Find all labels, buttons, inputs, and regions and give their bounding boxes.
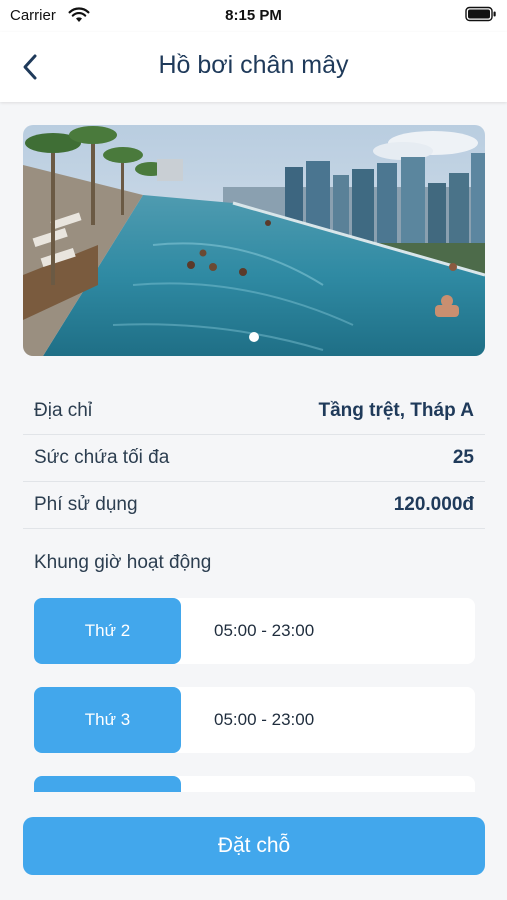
page-title: Hồ bơi chân mây (158, 51, 349, 79)
book-button[interactable]: Đặt chỗ (23, 817, 485, 875)
clock: 8:15 PM (225, 7, 282, 24)
image-carousel[interactable] (23, 125, 485, 356)
capacity-label: Sức chứa tối đa (34, 447, 170, 468)
operating-hours-title: Khung giờ hoạt động (34, 552, 212, 573)
battery-icon (465, 6, 496, 22)
schedule-item: Thứ 3 05:00 - 23:00 (34, 687, 475, 753)
info-row-address: Địa chỉ Tầng trệt, Tháp A (23, 388, 485, 435)
nav-bar: Hồ bơi chân mây (0, 32, 507, 102)
pool-photo (23, 125, 485, 356)
fee-value: 120.000đ (393, 494, 474, 515)
carousel-page-indicator[interactable] (249, 332, 259, 342)
facility-info-list: Địa chỉ Tầng trệt, Tháp A Sức chứa tối đ… (23, 388, 485, 529)
hours-text: 05:00 - 23:00 (214, 621, 315, 640)
schedule-item (34, 776, 475, 792)
day-chip[interactable] (34, 776, 181, 792)
day-chip[interactable]: Thứ 3 (34, 687, 181, 753)
address-label: Địa chỉ (34, 400, 93, 421)
fee-label: Phí sử dụng (34, 494, 138, 515)
schedule-item: Thứ 2 05:00 - 23:00 (34, 598, 475, 664)
schedule-list[interactable]: Thứ 2 05:00 - 23:00 Thứ 3 05:00 - 23:00 (23, 598, 485, 792)
status-bar: Carrier 8:15 PM (0, 0, 507, 32)
hours-text: 05:00 - 23:00 (214, 710, 315, 729)
day-chip[interactable]: Thứ 2 (34, 598, 181, 664)
capacity-value: 25 (452, 447, 474, 468)
address-value: Tầng trệt, Tháp A (318, 400, 474, 421)
info-row-capacity: Sức chứa tối đa 25 (23, 435, 485, 482)
info-row-fee: Phí sử dụng 120.000đ (23, 482, 485, 529)
